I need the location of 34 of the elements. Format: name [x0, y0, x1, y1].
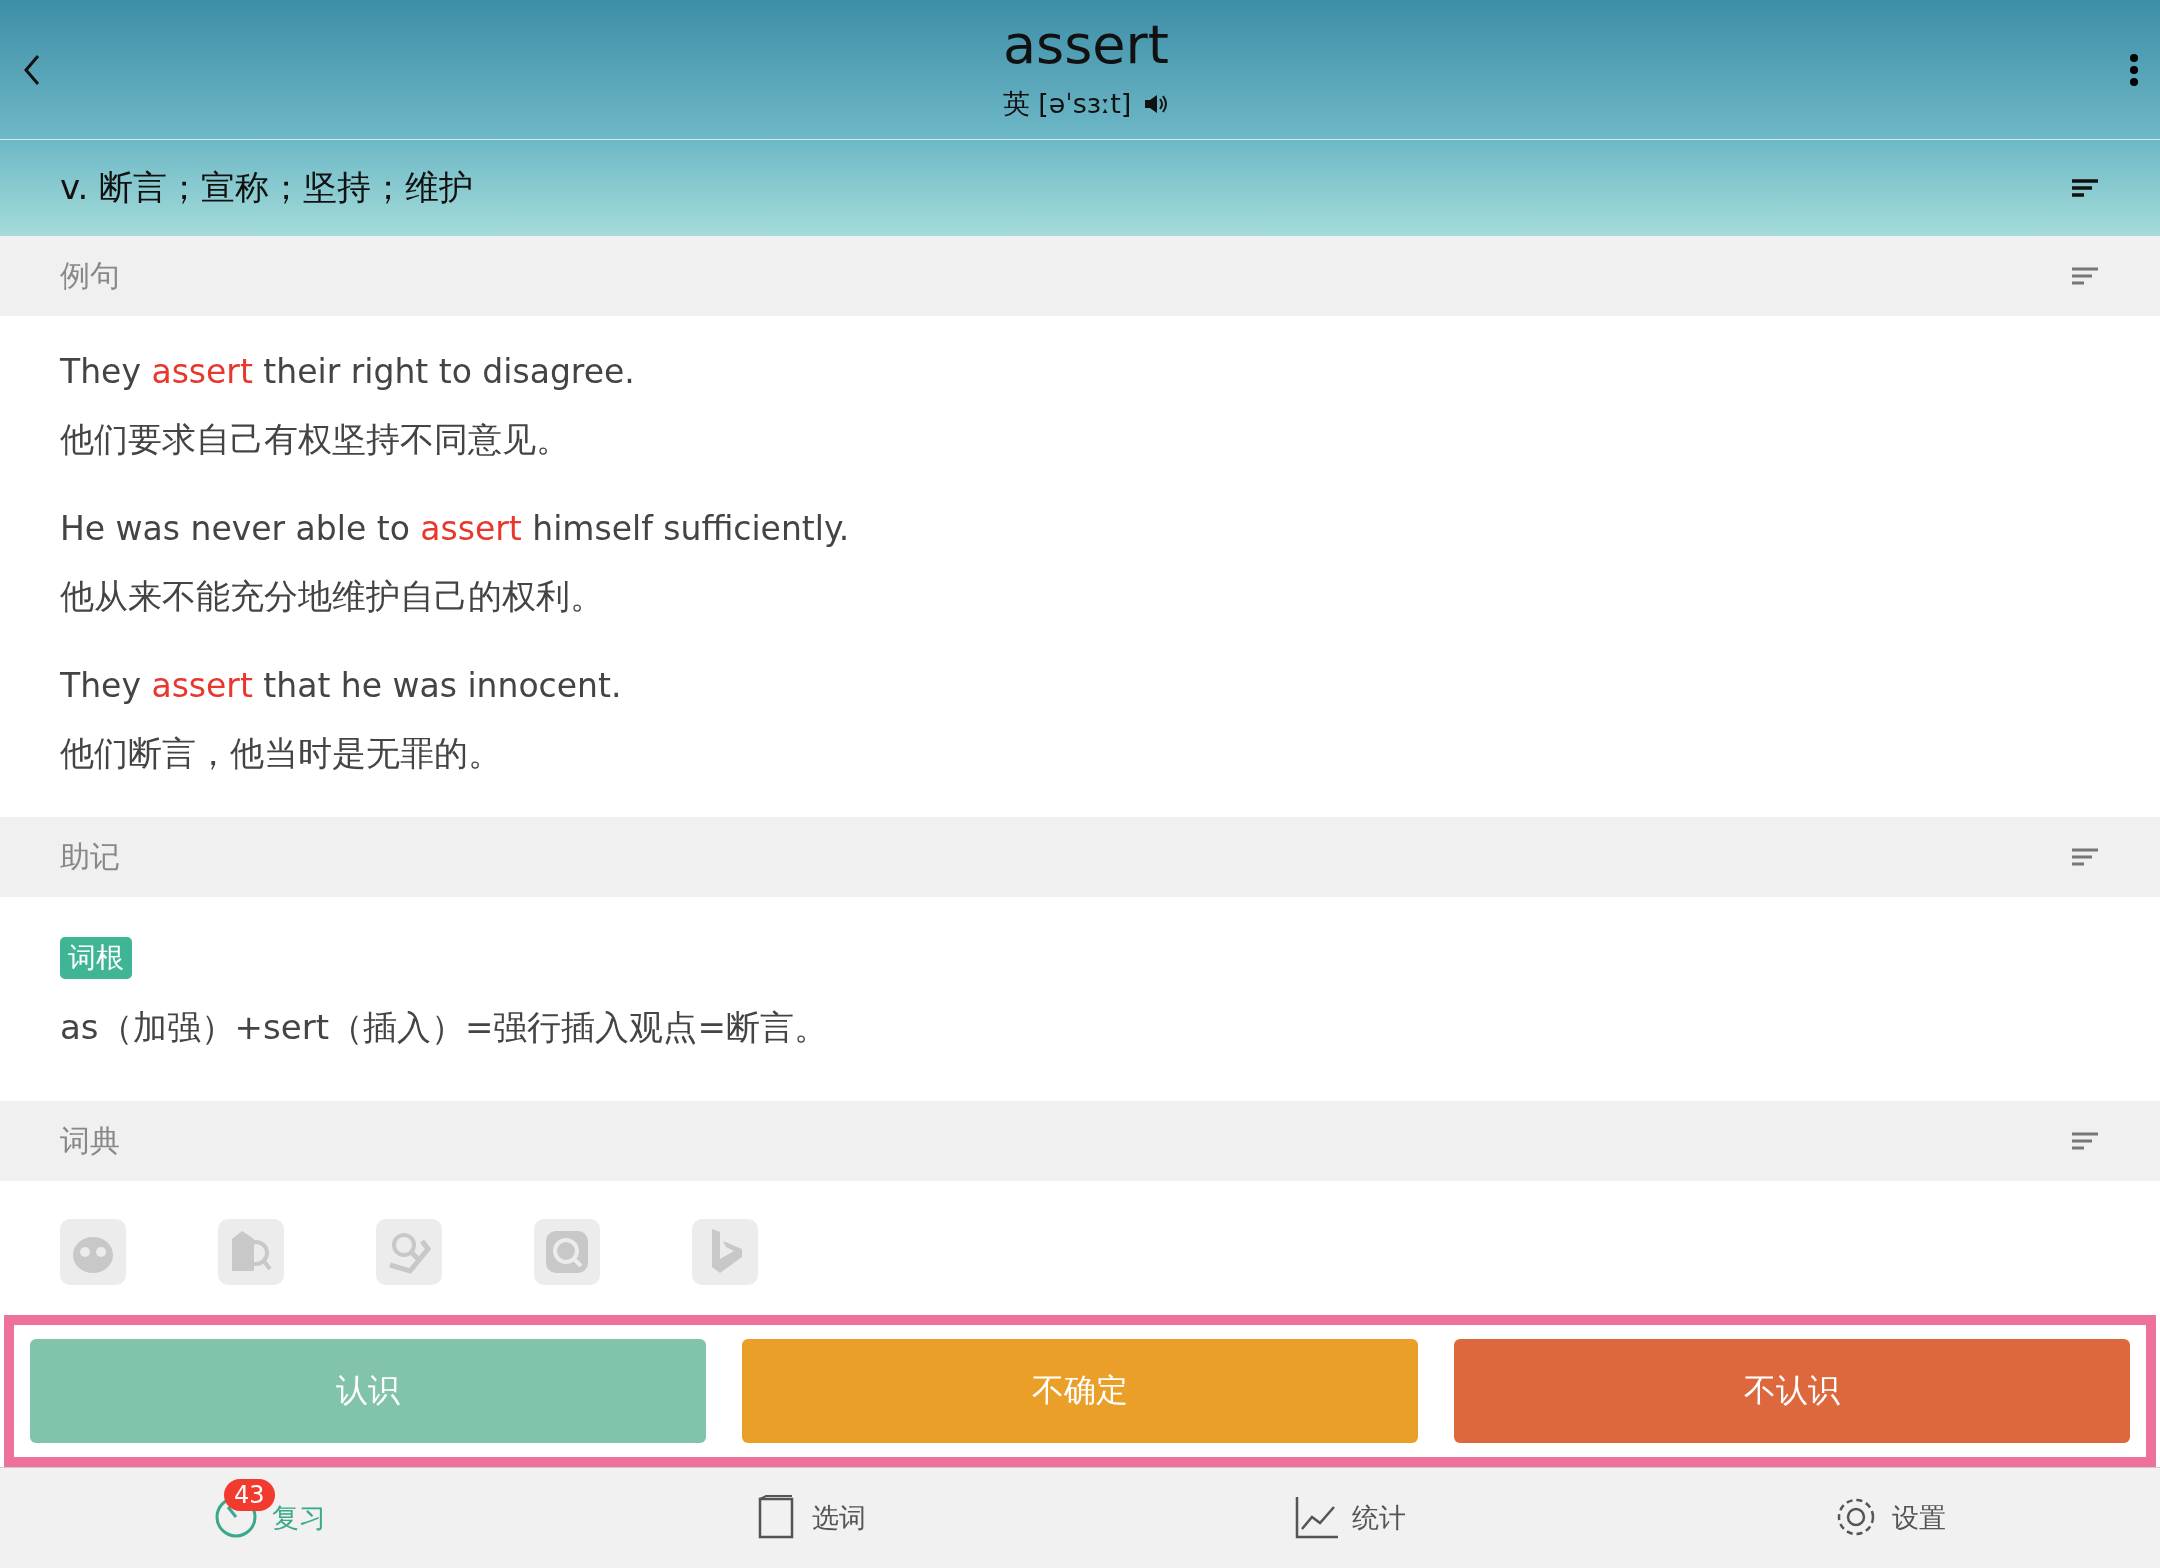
- chart-icon: [1294, 1495, 1340, 1541]
- section-title: 助记: [60, 837, 120, 876]
- example-translation: 他们要求自己有权坚持不同意见。: [60, 418, 571, 461]
- sort-icon: [2070, 1131, 2100, 1151]
- tab-item[interactable]: 43 复习: [0, 1468, 540, 1568]
- example-translation: 他从来不能充分地维护自己的权利。: [60, 575, 605, 618]
- dictionary-icon[interactable]: [218, 1219, 284, 1285]
- dictionary-icon[interactable]: [376, 1219, 442, 1285]
- section-title: 词典: [60, 1121, 120, 1160]
- answer-button[interactable]: 不认识: [1454, 1339, 2130, 1443]
- example-sentence: They assert that he was innocent.: [60, 666, 623, 705]
- answer-button[interactable]: 不确定: [742, 1339, 1418, 1443]
- tab-item[interactable]: 选词: [540, 1468, 1080, 1568]
- more-icon: [2128, 51, 2140, 88]
- tab-item[interactable]: 统计: [1080, 1468, 1620, 1568]
- example-translation: 他们断言，他当时是无罪的。: [60, 732, 503, 775]
- sort-icon: [2070, 266, 2100, 286]
- dictionary-icon[interactable]: [60, 1219, 126, 1285]
- word-title: assert: [1003, 17, 1169, 72]
- definition: v. 断言；宣称；坚持；维护: [60, 166, 474, 209]
- section-title: 例句: [60, 256, 120, 295]
- example-sentence: He was never able to assert himself sufficiently.: [60, 509, 851, 548]
- phonetic: 英 [əˈsɜːt]: [1002, 86, 1132, 121]
- dictionary-icon[interactable]: [692, 1219, 758, 1285]
- speaker-icon: [1143, 92, 1170, 115]
- count-badge: 43: [224, 1479, 275, 1511]
- root-tag: 词根: [60, 937, 132, 979]
- mnemonic-text: as（加强）+sert（插入）=强行插入观点=断言。: [60, 1006, 829, 1049]
- answer-button[interactable]: 认识: [30, 1339, 706, 1443]
- dictionary-icon[interactable]: [534, 1219, 600, 1285]
- sort-icon: [2070, 847, 2100, 867]
- tab-item[interactable]: 设置: [1620, 1468, 2160, 1568]
- example-sentence: They assert their right to disagree.: [60, 352, 636, 391]
- sort-icon: [2070, 178, 2100, 198]
